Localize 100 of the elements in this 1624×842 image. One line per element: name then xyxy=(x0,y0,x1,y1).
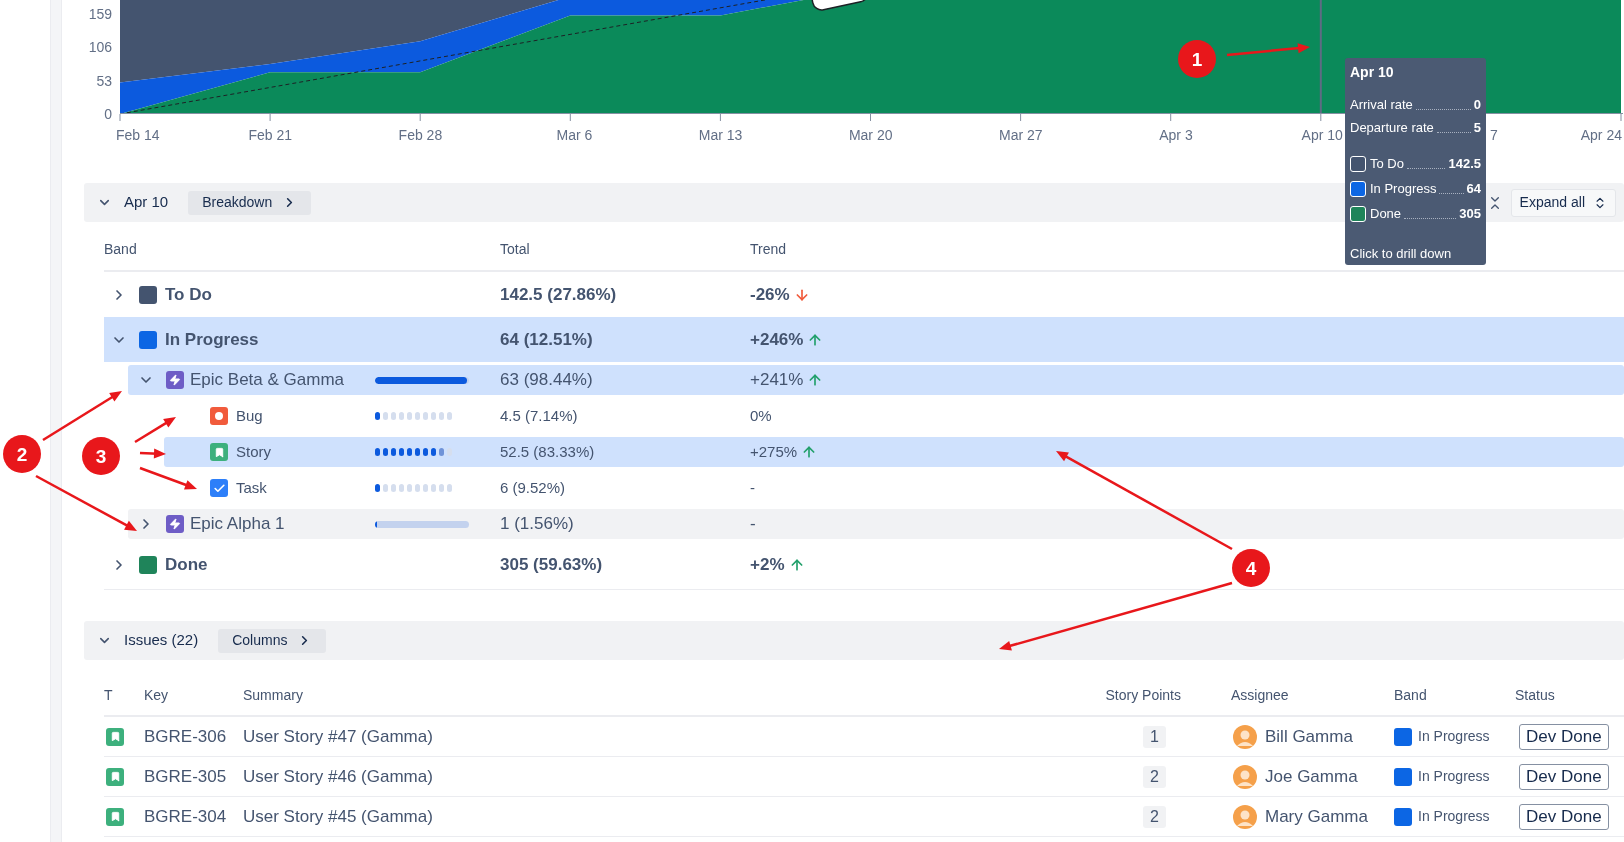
trend-value: - xyxy=(750,513,756,536)
legend-label: To Do xyxy=(1370,154,1404,173)
total-value: 4.5 (7.14%) xyxy=(500,407,578,424)
legend-label: Done xyxy=(1370,204,1402,223)
column-header: Assignee xyxy=(1231,686,1290,705)
x-tick-label: Feb 14 xyxy=(116,127,160,143)
band-label: In Progress xyxy=(1418,767,1490,786)
rate-value: 0 xyxy=(1473,95,1481,114)
rate-value: 5 xyxy=(1473,118,1481,137)
row-label: In Progress xyxy=(165,328,259,351)
total-value: 1 (1.56%) xyxy=(500,514,574,534)
x-tick-label: Mar 13 xyxy=(698,127,743,143)
column-header: Trend xyxy=(750,240,787,259)
issue-summary[interactable]: User Story #46 (Gamma) xyxy=(243,763,1080,790)
callout-badge: 1 xyxy=(1178,40,1216,78)
legend-label: In Progress xyxy=(1370,179,1437,198)
row-label: To Do xyxy=(165,283,212,306)
rate-label: Departure rate xyxy=(1350,118,1434,137)
status-button[interactable]: Dev Done xyxy=(1519,723,1609,750)
row-label: Epic Alpha 1 xyxy=(190,513,285,536)
issue-key[interactable]: BGRE-306 xyxy=(144,723,243,750)
breakdown-row[interactable]: Done 305 (59.63%) +2% xyxy=(104,542,813,587)
issue-summary[interactable]: User Story #47 (Gamma) xyxy=(243,723,1080,750)
bookmark-icon xyxy=(106,767,124,786)
legend-checkbox[interactable] xyxy=(1350,181,1366,197)
legend-value: 305 xyxy=(1459,204,1481,223)
legend-checkbox[interactable] xyxy=(1350,206,1366,222)
total-value: 6 (9.52%) xyxy=(500,479,566,496)
issue-summary[interactable]: User Story #45 (Gamma) xyxy=(243,803,1080,830)
row-label: Task xyxy=(236,477,267,498)
status-button[interactable]: Dev Done xyxy=(1519,763,1609,790)
assignee-name: Joe Gamma xyxy=(1265,765,1358,788)
legend-checkbox[interactable] xyxy=(1350,156,1366,172)
callout-badge: 3 xyxy=(82,437,120,475)
total-value: 305 (59.63%) xyxy=(500,554,603,574)
expand-all-button[interactable]: Expand all xyxy=(1510,188,1616,217)
trend-value: - xyxy=(750,477,755,498)
tooltip-title: Apr 10 xyxy=(1350,63,1395,82)
section-title: Issues (22) xyxy=(124,630,199,651)
issue-key[interactable]: BGRE-304 xyxy=(144,803,243,830)
column-header: Key xyxy=(144,686,170,705)
trend-value: -26% xyxy=(750,283,790,306)
column-header: T xyxy=(104,686,114,705)
callout-arrow xyxy=(134,417,176,444)
drill-down-hint: Click to drill down xyxy=(1350,244,1453,263)
column-header: Story Points xyxy=(1104,686,1182,705)
breakdown-row[interactable]: Epic Alpha 1 1 (1.56%) - xyxy=(128,509,1624,539)
status-button[interactable]: Dev Done xyxy=(1519,803,1609,830)
trend-value: +275% xyxy=(750,441,798,462)
callout-badge: 2 xyxy=(3,435,41,473)
x-tick-label: Feb 28 xyxy=(398,127,443,143)
checkbox-icon xyxy=(210,479,228,497)
total-value: 64 (12.51%) xyxy=(500,329,593,349)
x-tick-label: Mar 6 xyxy=(556,127,593,143)
breakdown-row[interactable]: Task 6 (9.52%) - xyxy=(164,473,763,503)
row-label: Epic Beta & Gamma xyxy=(190,369,344,392)
callout-arrow xyxy=(139,466,197,490)
lightning-icon xyxy=(166,371,184,389)
band-label: In Progress xyxy=(1418,807,1490,826)
breakdown-row[interactable]: Epic Beta & Gamma 63 (98.44%) +241% xyxy=(128,365,1624,395)
assignee-name: Mary Gamma xyxy=(1265,805,1368,828)
row-label: Story xyxy=(236,441,271,462)
trend-value: +246% xyxy=(750,328,804,351)
story-points: 1 xyxy=(1143,725,1166,748)
y-tick-label: 106 xyxy=(88,39,112,55)
x-tick-label: Apr 3 xyxy=(1159,127,1193,143)
bookmark-icon xyxy=(210,443,228,461)
lightning-icon xyxy=(166,515,184,533)
band-label: In Progress xyxy=(1418,727,1490,746)
total-value: 142.5 (27.86%) xyxy=(500,284,617,304)
avatar-icon xyxy=(1233,804,1257,829)
column-header: Band xyxy=(1394,686,1428,705)
callout-arrow xyxy=(139,448,166,459)
breakdown-row[interactable]: Story 52.5 (83.33%) +275% xyxy=(164,437,1624,467)
row-label: Done xyxy=(165,553,208,576)
section-menu-button[interactable]: Breakdown xyxy=(188,190,312,215)
avatar-icon xyxy=(1233,764,1257,789)
story-points: 2 xyxy=(1143,805,1166,828)
x-tick-label: Apr 24 xyxy=(1580,127,1622,143)
row-label: Bug xyxy=(236,405,263,426)
section-menu-button[interactable]: Columns xyxy=(218,628,327,653)
column-header: Total xyxy=(500,240,531,259)
x-tick-label: Apr 10 xyxy=(1301,127,1343,143)
total-value: 63 (98.44%) xyxy=(500,370,593,390)
bookmark-icon xyxy=(106,807,124,826)
issue-key[interactable]: BGRE-305 xyxy=(144,763,243,790)
trend-value: +241% xyxy=(750,369,804,392)
breakdown-row[interactable]: To Do 142.5 (27.86%) -26% xyxy=(104,272,818,317)
y-tick-label: 159 xyxy=(88,5,112,22)
y-tick-label: 53 xyxy=(96,72,112,89)
y-tick-label: 0 xyxy=(104,106,112,122)
x-tick-label: Mar 20 xyxy=(848,127,893,143)
breakdown-row[interactable]: Bug 4.5 (7.14%) 0% xyxy=(164,401,780,431)
story-points: 2 xyxy=(1143,765,1166,788)
callout-badge: 4 xyxy=(1232,549,1270,587)
legend-value: 64 xyxy=(1466,179,1481,198)
column-header: Band xyxy=(104,240,138,259)
breakdown-row[interactable]: In Progress 64 (12.51%) +246% xyxy=(104,317,1624,362)
total-value: 52.5 (83.33%) xyxy=(500,443,595,460)
trend-value: +2% xyxy=(750,553,785,576)
